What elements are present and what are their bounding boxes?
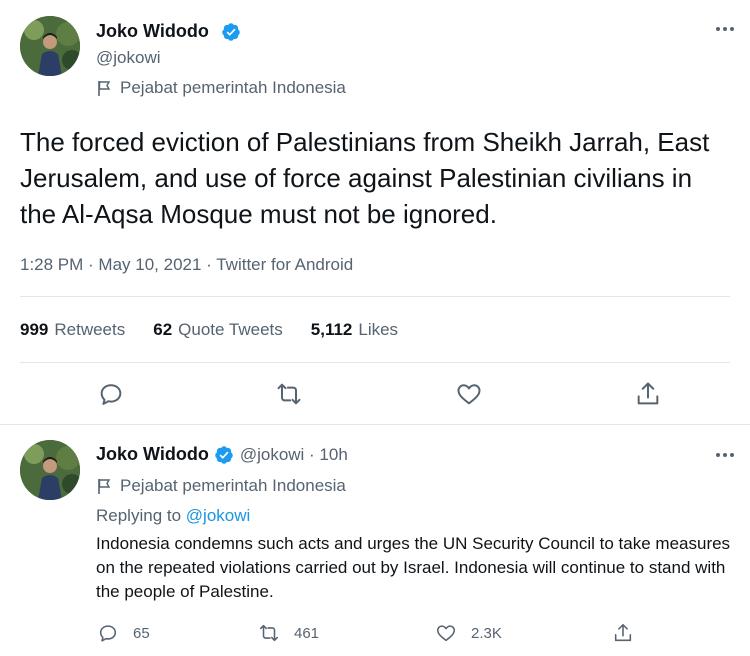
government-label: Pejabat pemerintah Indonesia [96,476,346,496]
share-icon[interactable] [634,380,662,408]
share-button[interactable] [612,622,648,644]
more-icon[interactable] [714,448,736,462]
reply-count: 65 [133,624,150,642]
like-icon [436,625,456,642]
like-icon[interactable] [455,380,483,408]
author-row: Joko Widodo @jokowi · 10h [96,444,348,465]
reply-icon [99,625,117,642]
more-icon[interactable] [714,22,736,36]
author-name[interactable]: Joko Widodo [96,444,209,465]
like-button[interactable]: 2.3K [435,622,502,644]
reply-button[interactable]: 65 [97,622,150,644]
tweet-meta[interactable]: 1:28 PM · May 10, 2021 · Twitter for And… [20,255,353,275]
like-count: 2.3K [471,624,502,642]
retweet-icon [259,624,279,642]
action-bar [0,380,750,414]
main-tweet: Joko Widodo @jokowi Pejabat pemerintah I… [0,0,750,425]
verified-badge-icon [215,445,233,464]
replying-handle-link[interactable]: @jokowi [186,506,251,525]
avatar[interactable] [20,16,80,76]
tweet-text: Indonesia condemns such acts and urges t… [96,534,731,601]
replying-prefix: Replying to [96,506,182,525]
reply-icon[interactable] [97,380,125,408]
tweet-thread: Joko Widodo @jokowi Pejabat pemerintah I… [0,0,750,656]
divider [20,296,730,297]
verified-badge-icon [222,23,240,41]
retweet-button[interactable]: 461 [258,622,319,644]
replying-to: Replying to @jokowi [96,506,250,526]
share-icon [614,623,632,642]
government-label-icon [98,80,111,96]
likes-stat[interactable]: 5,112 Likes [311,320,398,340]
handle-timestamp[interactable]: @jokowi · 10h [240,445,348,465]
reply-tweet[interactable]: Joko Widodo @jokowi · 10h Pejabat pemeri… [0,426,750,656]
quote-tweets-stat[interactable]: 62 Quote Tweets [153,320,283,340]
retweet-icon[interactable] [275,380,303,408]
avatar[interactable] [20,440,80,500]
government-label-text: Pejabat pemerintah Indonesia [120,78,346,97]
retweet-count: 461 [294,624,320,642]
tweet-stats: 999 Retweets 62 Quote Tweets 5,112 Likes [20,320,398,340]
action-bar: 65 461 2.3K [0,622,750,646]
divider [20,362,730,363]
government-label-icon [98,478,111,494]
government-label-text: Pejabat pemerintah Indonesia [120,476,346,495]
author-handle[interactable]: @jokowi [96,48,161,68]
government-label: Pejabat pemerintah Indonesia [96,78,346,98]
author-name[interactable]: Joko Widodo [96,21,209,42]
retweets-stat[interactable]: 999 Retweets [20,320,125,340]
tweet-text: The forced eviction of Palestinians from… [20,127,710,229]
